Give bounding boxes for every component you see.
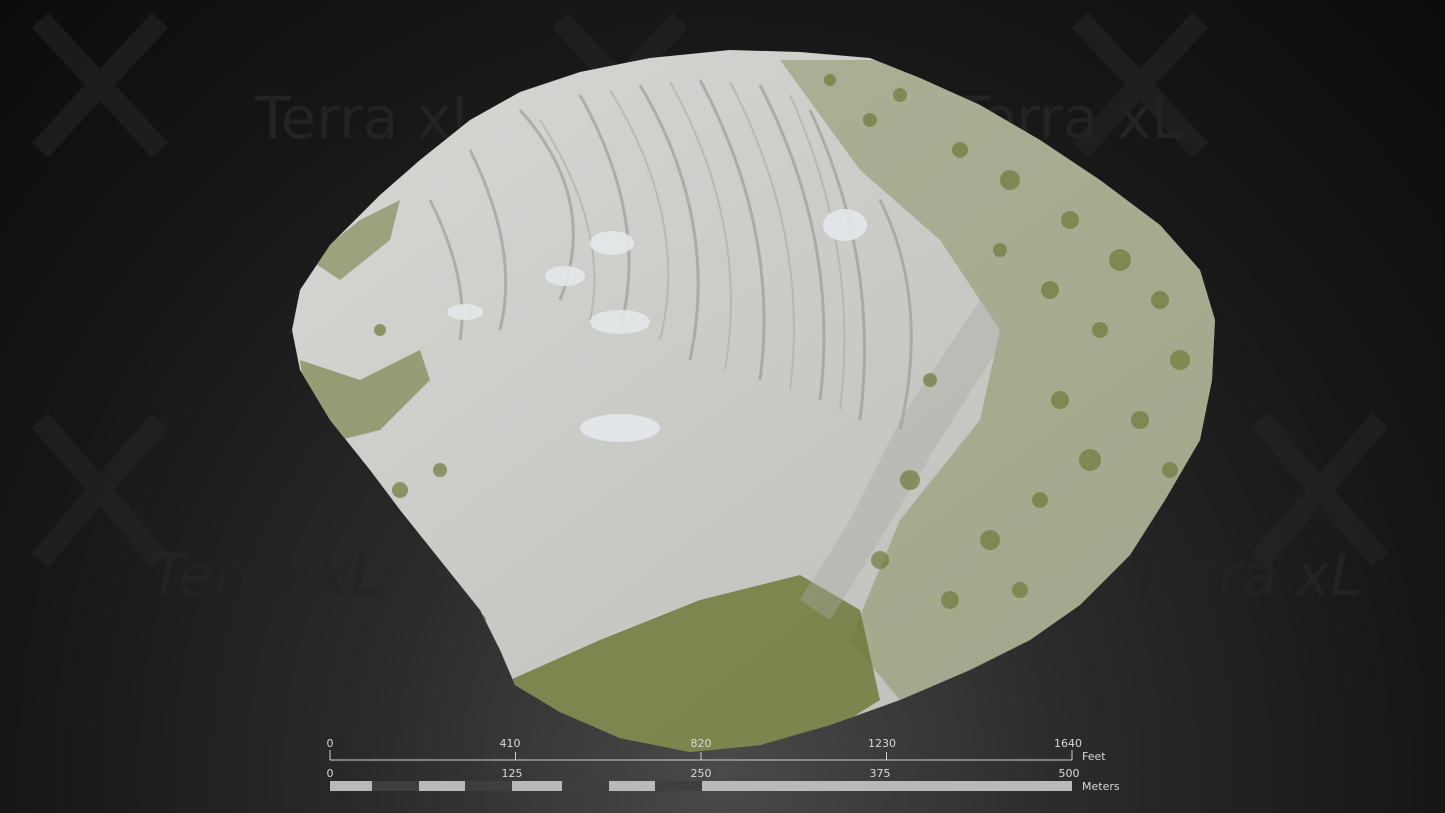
- meters-unit-label: Meters: [1082, 780, 1120, 793]
- meters-tick-label: 0: [327, 767, 334, 780]
- feet-tick-label: 1230: [868, 737, 896, 750]
- feet-tick-label: 0: [327, 737, 334, 750]
- meters-tick-label: 375: [870, 767, 891, 780]
- meters-tick-label: 125: [502, 767, 523, 780]
- feet-scale: 0 410 820 1230 1640 Feet: [327, 737, 1107, 763]
- meters-bar: [330, 781, 1072, 791]
- meters-bar-segment: [562, 781, 609, 791]
- feet-tick-label: 410: [500, 737, 521, 750]
- scale-bar: 0 410 820 1230 1640 Feet 0 125 250 375 5…: [327, 737, 1120, 793]
- meters-bar-segment: [465, 781, 512, 791]
- meters-tick-label: 500: [1059, 767, 1080, 780]
- feet-tick-label: 820: [691, 737, 712, 750]
- meters-bar-segment: [372, 781, 419, 791]
- meters-tick-label: 250: [691, 767, 712, 780]
- meters-bar-segment: [655, 781, 702, 791]
- feet-tick-label: 1640: [1054, 737, 1082, 750]
- meters-scale: 0 125 250 375 500 Meters: [327, 767, 1120, 793]
- feet-unit-label: Feet: [1082, 750, 1106, 763]
